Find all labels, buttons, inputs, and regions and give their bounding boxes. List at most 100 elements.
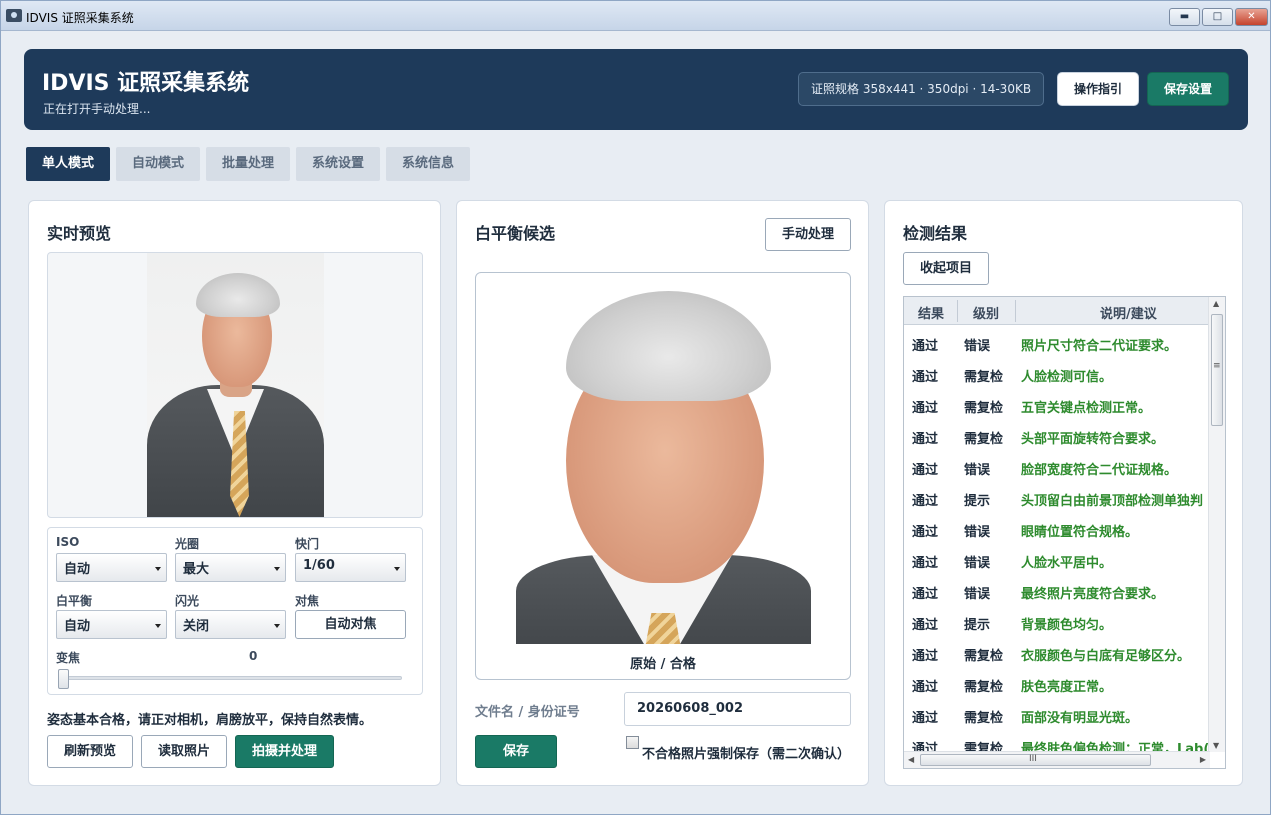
table-row[interactable]: 通过 错误 脸部宽度符合二代证规格。	[904, 452, 1209, 483]
level-cell: 需复检	[964, 680, 1004, 695]
aperture-select[interactable]: 最大	[175, 553, 286, 582]
horizontal-scroll-thumb[interactable]: III	[920, 754, 1151, 766]
read-photo-button[interactable]: 读取照片	[141, 735, 227, 768]
table-row[interactable]: 通过 需复检 肤色亮度正常。	[904, 669, 1209, 700]
status-text: 正在打开手动处理...	[43, 102, 151, 116]
shutter-select[interactable]: 1/60	[295, 553, 406, 582]
autofocus-button[interactable]: 自动对焦	[295, 610, 406, 639]
tab-settings[interactable]: 系统设置	[296, 147, 380, 181]
refresh-preview-button[interactable]: 刷新预览	[47, 735, 133, 768]
table-row[interactable]: 通过 错误 人脸水平居中。	[904, 545, 1209, 576]
description-cell: 背景颜色均匀。	[1021, 618, 1113, 633]
white-balance-select[interactable]: 自动	[56, 610, 167, 639]
candidate-caption: 原始 / 合格	[630, 657, 696, 672]
table-row[interactable]: 通过 错误 最终照片亮度符合要求。	[904, 576, 1209, 607]
collapse-items-button[interactable]: 收起项目	[903, 252, 989, 285]
result-cell: 通过	[912, 649, 939, 664]
white-balance-label: 白平衡	[56, 594, 93, 608]
chevron-down-icon	[155, 624, 161, 628]
level-cell: 错误	[964, 339, 991, 354]
col-desc-header[interactable]: 说明/建议	[1100, 303, 1157, 322]
table-row[interactable]: 通过 需复检 面部没有明显光斑。	[904, 700, 1209, 731]
tab-system-info[interactable]: 系统信息	[386, 147, 470, 181]
guide-button[interactable]: 操作指引	[1057, 72, 1139, 106]
col-result-header[interactable]: 结果	[918, 303, 944, 322]
level-cell: 需复检	[964, 649, 1004, 664]
chevron-down-icon	[394, 567, 400, 571]
candidate-photo	[516, 273, 811, 644]
filename-label: 文件名 / 身份证号	[475, 705, 580, 720]
table-row[interactable]: 通过 需复检 衣服颜色与白底有足够区分。	[904, 638, 1209, 669]
horizontal-scrollbar[interactable]: ◀ III ▶	[904, 751, 1210, 768]
flash-select[interactable]: 关闭	[175, 610, 286, 639]
live-preview	[47, 252, 423, 518]
description-cell: 面部没有明显光斑。	[1021, 711, 1139, 726]
result-cell: 通过	[912, 618, 939, 633]
scroll-left-icon[interactable]: ◀	[908, 755, 914, 764]
scroll-grip-icon: III	[1029, 754, 1037, 764]
level-cell: 错误	[964, 463, 991, 478]
pose-hint: 姿态基本合格，请正对相机，肩膀放平，保持自然表情。	[47, 713, 373, 728]
description-cell: 头顶留白由前景顶部检测单独判	[1021, 494, 1204, 509]
zoom-value: 0	[249, 649, 258, 663]
table-header: 结果 级别 说明/建议	[904, 297, 1209, 325]
save-button[interactable]: 保存	[475, 735, 557, 768]
iso-value: 自动	[64, 562, 91, 577]
result-cell: 通过	[912, 339, 939, 354]
shutter-value: 1/60	[303, 558, 335, 573]
app-title: IDVIS 证照采集系统	[42, 71, 250, 96]
scroll-down-icon[interactable]: ▼	[1213, 741, 1219, 750]
tab-auto-mode[interactable]: 自动模式	[116, 147, 200, 181]
save-settings-button[interactable]: 保存设置	[1147, 72, 1229, 106]
table-row[interactable]: 通过 错误 照片尺寸符合二代证要求。	[904, 328, 1209, 359]
results-table: 结果 级别 说明/建议 通过 错误 照片尺寸符合二代证要求。 通过 需复检 人脸检测可信。…	[903, 296, 1226, 769]
maximize-button[interactable]: □	[1202, 8, 1233, 26]
zoom-slider-track[interactable]	[60, 676, 402, 680]
tab-batch[interactable]: 批量处理	[206, 147, 290, 181]
description-cell: 照片尺寸符合二代证要求。	[1021, 339, 1178, 354]
aperture-label: 光圈	[175, 537, 200, 551]
table-row[interactable]: 通过 提示 头顶留白由前景顶部检测单独判	[904, 483, 1209, 514]
capture-process-button[interactable]: 拍摄并处理	[235, 735, 334, 768]
result-cell: 通过	[912, 711, 939, 726]
result-cell: 通过	[912, 680, 939, 695]
force-save-checkbox[interactable]	[626, 736, 639, 749]
table-row[interactable]: 通过 错误 眼睛位置符合规格。	[904, 514, 1209, 545]
chevron-down-icon	[155, 567, 161, 571]
scroll-up-icon[interactable]: ▲	[1213, 299, 1219, 308]
result-cell: 通过	[912, 401, 939, 416]
zoom-slider-handle[interactable]	[58, 669, 69, 689]
result-cell: 通过	[912, 587, 939, 602]
flash-label: 闪光	[175, 594, 200, 608]
table-row[interactable]: 通过 需复检 头部平面旋转符合要求。	[904, 421, 1209, 452]
close-button[interactable]: ✕	[1235, 8, 1268, 26]
title-bar: IDVIS 证照采集系统 ▬ □ ✕	[1, 1, 1270, 31]
col-level-header[interactable]: 级别	[973, 303, 999, 322]
minimize-button[interactable]: ▬	[1169, 8, 1200, 26]
tab-single-mode[interactable]: 单人模式	[26, 147, 110, 181]
preview-panel: 实时预览 ISO 光圈 快门 自动 最大 1/60 白平衡 闪光 对焦 自动 关…	[28, 200, 441, 786]
filename-input[interactable]: 20260608_002	[624, 692, 851, 726]
white-balance-value: 自动	[64, 619, 91, 634]
result-cell: 通过	[912, 494, 939, 509]
table-row[interactable]: 通过 需复检 人脸检测可信。	[904, 359, 1209, 390]
scroll-right-icon[interactable]: ▶	[1200, 755, 1206, 764]
description-cell: 肤色亮度正常。	[1021, 680, 1113, 695]
table-row[interactable]: 通过 需复检 五官关键点检测正常。	[904, 390, 1209, 421]
iso-select[interactable]: 自动	[56, 553, 167, 582]
scroll-grip-icon: ≡	[1213, 361, 1221, 371]
iso-label: ISO	[56, 535, 80, 549]
candidate-photo-card[interactable]: 原始 / 合格	[475, 272, 851, 680]
vertical-scrollbar[interactable]: ▲ ≡ ▼	[1208, 297, 1225, 752]
chevron-down-icon	[274, 567, 280, 571]
camera-app-icon	[6, 9, 22, 22]
aperture-value: 最大	[183, 562, 210, 577]
vertical-scroll-thumb[interactable]: ≡	[1211, 314, 1223, 426]
preview-title: 实时预览	[47, 224, 112, 243]
white-balance-panel: 白平衡候选 手动处理 原始 / 合格 文件名 / 身份证号 20260608_0…	[456, 200, 869, 786]
table-row[interactable]: 通过 提示 背景颜色均匀。	[904, 607, 1209, 638]
shutter-label: 快门	[295, 537, 320, 551]
white-balance-title: 白平衡候选	[475, 224, 556, 243]
flash-value: 关闭	[183, 619, 210, 634]
manual-process-button[interactable]: 手动处理	[765, 218, 851, 251]
